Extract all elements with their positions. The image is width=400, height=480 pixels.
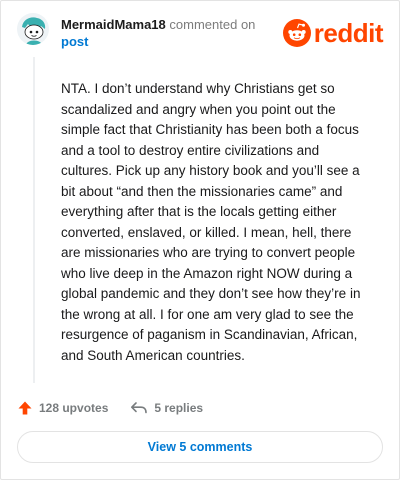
- thread-line[interactable]: [33, 57, 35, 383]
- username[interactable]: MermaidMama18: [61, 17, 166, 32]
- snoo-avatar-icon: [17, 13, 49, 45]
- comment-header: MermaidMama18 commented on post: [61, 16, 271, 50]
- commented-on-label: commented on: [169, 17, 256, 32]
- upvote-button[interactable]: 128 upvotes: [17, 400, 108, 416]
- upvote-arrow-icon: [18, 401, 32, 415]
- reddit-wordmark: reddit: [313, 18, 384, 48]
- replies-button[interactable]: 5 replies: [130, 400, 203, 416]
- comment-card: MermaidMama18 commented on post reddit N…: [0, 0, 400, 480]
- view-comments-button[interactable]: View 5 comments: [17, 431, 383, 463]
- reddit-logo[interactable]: reddit: [282, 18, 384, 48]
- upvote-count: 128 upvotes: [39, 401, 109, 415]
- comment-actions: 128 upvotes 5 replies: [17, 397, 203, 419]
- replies-count: 5 replies: [154, 401, 204, 415]
- post-link[interactable]: post: [61, 33, 271, 50]
- reddit-snoo-icon: [282, 19, 311, 47]
- user-avatar[interactable]: [17, 13, 49, 45]
- comment-body: NTA. I don’t understand why Christians g…: [61, 81, 361, 363]
- reply-arrow-icon: [131, 402, 148, 414]
